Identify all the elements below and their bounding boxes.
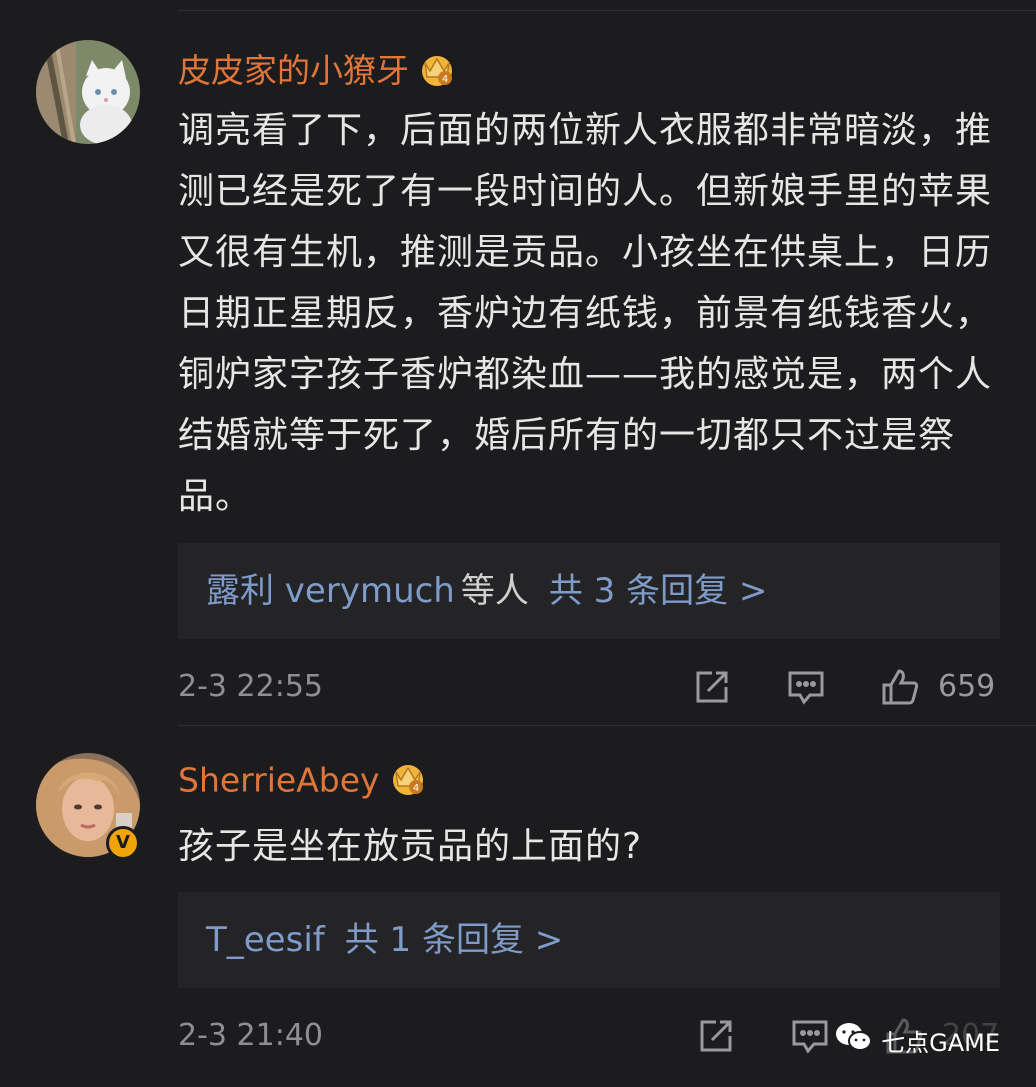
reply-summary-1[interactable]: 露利 verymuch 等人共 3 条回复 > [178, 543, 1000, 639]
comment-text-2: 孩子是坐在放贡品的上面的? [178, 826, 643, 867]
username-2[interactable]: SherrieAbey 4 [178, 758, 428, 806]
avatar-1[interactable] [36, 40, 140, 144]
username-text[interactable]: 皮皮家的小獠牙 [178, 51, 409, 90]
top-divider [178, 10, 1036, 11]
comment-text-1: 调亮看了下，后面的两位新人衣服都非常暗淡，推测已经是死了有一段时间的人。但新娘手… [178, 110, 993, 517]
badge-level: 4 [412, 783, 418, 794]
watermark-text: 七点GAME [881, 1028, 1000, 1057]
username-text[interactable]: SherrieAbey [178, 761, 380, 800]
reply-count-link[interactable]: 共 3 条回复 > [549, 571, 768, 611]
reply-names[interactable]: 露利 verymuch [206, 571, 455, 611]
crown-badge-icon: 4 [417, 49, 457, 97]
comment-divider [178, 725, 1036, 726]
timestamp: 2-3 21:40 [178, 1018, 323, 1053]
wechat-icon [835, 1021, 873, 1059]
reply-count-link[interactable]: 共 1 条回复 > [345, 920, 564, 960]
meta-row-1: 2-3 22:55 659 [178, 667, 1000, 707]
badge-level: 4 [442, 74, 448, 85]
thumbs-up-icon[interactable] [880, 667, 920, 707]
reply-summary-2[interactable]: T_eesif 共 1 条回复 > [178, 892, 1000, 988]
share-icon[interactable] [696, 1016, 736, 1056]
timestamp: 2-3 22:55 [178, 669, 323, 704]
reply-etc: 等人 [460, 571, 529, 611]
verified-icon: V [106, 826, 140, 860]
crown-badge-icon: 4 [388, 758, 428, 806]
reply-names[interactable]: T_eesif [206, 920, 325, 960]
comment-icon[interactable] [786, 667, 826, 707]
username-1[interactable]: 皮皮家的小獠牙 4 [178, 44, 457, 97]
comment-icon[interactable] [790, 1016, 830, 1056]
share-icon[interactable] [692, 667, 732, 707]
watermark: 七点GAME [835, 1023, 1000, 1057]
like-count: 659 [938, 669, 996, 704]
